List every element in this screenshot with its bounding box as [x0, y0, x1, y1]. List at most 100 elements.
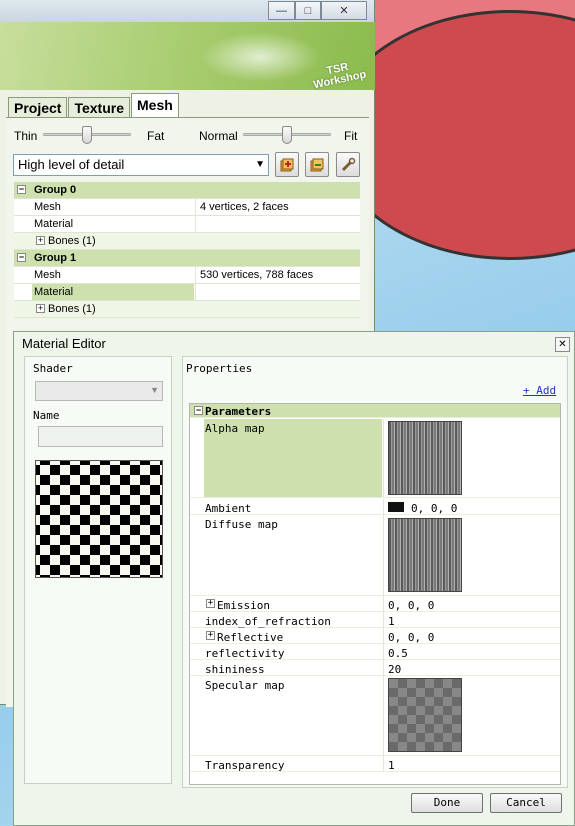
- import-mesh-button[interactable]: [275, 152, 299, 177]
- specular-map-texture[interactable]: [388, 678, 462, 752]
- close-button[interactable]: ✕: [555, 337, 570, 352]
- column-divider: [383, 419, 384, 497]
- shader-panel: Shader ▼ Name: [24, 356, 172, 784]
- export-mesh-button[interactable]: [305, 152, 329, 177]
- column-divider: [383, 499, 384, 514]
- row-label: Material: [34, 286, 74, 298]
- param-key: Alpha map: [205, 422, 265, 435]
- done-button[interactable]: Done: [411, 793, 483, 813]
- chevron-down-icon: ▼: [255, 159, 265, 170]
- row-value: 4 vertices, 2 faces: [200, 201, 289, 213]
- param-value: 0.5: [388, 647, 408, 660]
- properties-label: Properties: [186, 362, 253, 375]
- param-shininess[interactable]: shininess 20: [190, 660, 560, 676]
- ambient-color-swatch[interactable]: [388, 502, 404, 512]
- list-item[interactable]: Material: [14, 216, 360, 233]
- slider-normal-label: Normal: [199, 129, 238, 143]
- row-label: Material: [34, 218, 74, 230]
- param-key: reflectivity: [205, 647, 285, 660]
- list-item[interactable]: + Bones (1): [14, 233, 360, 250]
- close-button[interactable]: ✕: [321, 1, 367, 20]
- collapse-icon[interactable]: −: [17, 185, 26, 194]
- param-key: Reflective: [217, 631, 284, 644]
- banner-glow: [200, 32, 320, 82]
- row-value: 530 vertices, 788 faces: [200, 269, 314, 281]
- wrench-icon: [341, 157, 356, 171]
- param-alpha-map[interactable]: Alpha map: [190, 419, 560, 498]
- list-item[interactable]: Material: [14, 284, 360, 301]
- param-value: 20: [388, 663, 402, 676]
- normal-fit-slider-thumb[interactable]: [282, 126, 292, 144]
- expand-icon[interactable]: +: [206, 599, 215, 608]
- list-item[interactable]: Mesh 4 vertices, 2 faces: [14, 199, 360, 216]
- header-banner: TSR Workshop: [0, 22, 375, 91]
- maximize-button[interactable]: □: [295, 1, 321, 20]
- slider-fit-label: Fit: [344, 129, 358, 143]
- parameters-grid: − Parameters Alpha map Ambient 0, 0, 0 D…: [189, 403, 561, 785]
- group-header[interactable]: − Group 1: [14, 250, 360, 267]
- param-value: 1: [388, 615, 395, 628]
- chevron-down-icon: ▼: [150, 385, 159, 395]
- param-diffuse-map[interactable]: Diffuse map: [190, 515, 560, 596]
- window-title: Material Editor: [22, 336, 106, 351]
- param-value: 0, 0, 0: [388, 599, 435, 612]
- row-label: Bones (1): [48, 235, 96, 247]
- param-key: Diffuse map: [205, 518, 278, 531]
- collapse-icon[interactable]: −: [17, 253, 26, 262]
- param-emission[interactable]: + Emission 0, 0, 0: [190, 596, 560, 612]
- shader-select[interactable]: ▼: [35, 381, 163, 401]
- cancel-button[interactable]: Cancel: [490, 793, 562, 813]
- properties-panel: Properties + Add − Parameters Alpha map …: [182, 356, 568, 788]
- group-title: Group 1: [34, 252, 77, 264]
- column-divider: [383, 644, 384, 659]
- param-specular-map[interactable]: Specular map: [190, 676, 560, 756]
- param-ambient[interactable]: Ambient 0, 0, 0: [190, 499, 560, 515]
- param-index-of-refraction[interactable]: index_of_refraction 1: [190, 612, 560, 628]
- param-reflective[interactable]: + Reflective 0, 0, 0: [190, 628, 560, 644]
- row-label: Bones (1): [48, 303, 96, 315]
- column-divider: [383, 756, 384, 771]
- export-mesh-icon: [310, 158, 324, 171]
- expand-icon[interactable]: +: [36, 304, 45, 313]
- column-divider: [383, 628, 384, 643]
- mesh-group-1: − Group 1 Mesh 530 vertices, 788 faces M…: [14, 250, 360, 318]
- minimize-button[interactable]: —: [268, 1, 295, 20]
- collapse-icon[interactable]: −: [194, 406, 203, 415]
- column-divider: [383, 676, 384, 755]
- list-item[interactable]: Mesh 530 vertices, 788 faces: [14, 267, 360, 284]
- import-mesh-icon: [280, 158, 294, 171]
- column-divider: [383, 660, 384, 675]
- param-key: Ambient: [205, 502, 252, 515]
- material-preview-image: [35, 460, 163, 578]
- column-divider: [195, 267, 196, 283]
- param-reflectivity[interactable]: reflectivity 0.5: [190, 644, 560, 660]
- list-item[interactable]: + Bones (1): [14, 301, 360, 318]
- column-divider: [383, 612, 384, 627]
- expand-icon[interactable]: +: [36, 236, 45, 245]
- param-value: 1: [388, 759, 395, 772]
- name-input[interactable]: [38, 426, 163, 447]
- detail-level-select[interactable]: High level of detail ▼: [13, 154, 269, 176]
- detail-level-value: High level of detail: [18, 157, 125, 172]
- group-title: Group 0: [34, 184, 77, 196]
- param-key: shininess: [205, 663, 265, 676]
- add-property-link[interactable]: + Add: [523, 384, 556, 397]
- expand-icon[interactable]: +: [206, 631, 215, 640]
- row-label: Mesh: [34, 269, 61, 281]
- param-value: 0, 0, 0: [388, 631, 435, 644]
- param-transparency[interactable]: Transparency 1: [190, 756, 560, 772]
- alpha-map-texture[interactable]: [388, 421, 462, 495]
- param-key: Emission: [217, 599, 270, 612]
- column-divider: [195, 284, 196, 300]
- group-header[interactable]: − Group 0: [14, 182, 360, 199]
- column-divider: [383, 596, 384, 611]
- thin-fat-slider-thumb[interactable]: [82, 126, 92, 144]
- window-controls: — □ ✕: [268, 1, 367, 20]
- slider-thin-label: Thin: [14, 129, 38, 143]
- tools-button[interactable]: [336, 152, 360, 177]
- parameters-section-header[interactable]: − Parameters: [190, 404, 560, 418]
- param-key: Specular map: [205, 679, 285, 692]
- diffuse-map-texture[interactable]: [388, 518, 462, 592]
- slider-fat-label: Fat: [147, 129, 165, 143]
- material-editor-window: Material Editor ✕ Shader ▼ Name Properti…: [13, 331, 575, 826]
